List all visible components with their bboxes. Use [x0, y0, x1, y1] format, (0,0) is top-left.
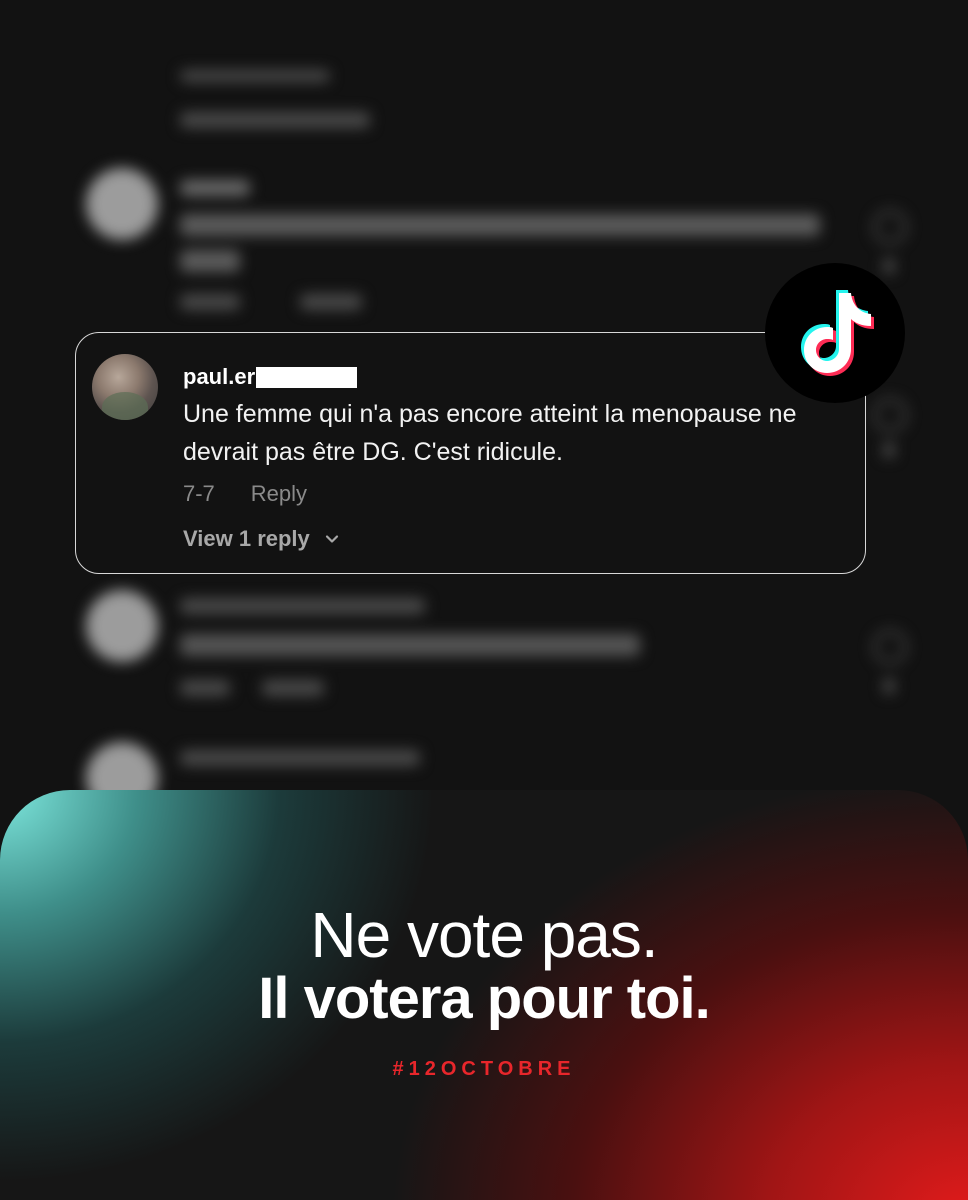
blurred-like-icon	[873, 630, 907, 664]
highlighted-comment-card: paul.er Une femme qui n'a pas encore att…	[75, 332, 866, 574]
commenter-avatar[interactable]	[92, 354, 158, 420]
view-replies-button[interactable]: View 1 reply	[183, 526, 340, 552]
reply-button[interactable]: Reply	[251, 481, 307, 507]
blurred-text-line	[180, 750, 420, 766]
blurred-like-icon	[873, 398, 907, 432]
blurred-text-line	[262, 680, 324, 696]
blurred-text-line	[180, 598, 425, 614]
banner-hashtag[interactable]: #12OCTOBRE	[0, 1058, 968, 1081]
blurred-text-line	[180, 214, 820, 236]
view-replies-label: View 1 reply	[183, 526, 310, 551]
comment-date: 7-7	[183, 481, 215, 506]
tiktok-logo-icon	[765, 263, 905, 403]
banner-headline-line2: Il votera pour toi.	[258, 966, 711, 1031]
blurred-text-line	[180, 70, 330, 82]
comment-text: Une femme qui n'a pas encore atteint la …	[183, 400, 797, 466]
blurred-text-line	[180, 680, 230, 696]
tiktok-note-icon	[801, 290, 874, 376]
blurred-text-line	[180, 250, 240, 272]
commenter-username[interactable]: paul.er	[183, 364, 255, 390]
blurred-avatar	[86, 590, 158, 662]
username-redaction-bar	[256, 366, 358, 388]
banner-headline-line1: Ne vote pas.	[310, 899, 658, 971]
screenshot-stage: paul.er Une femme qui n'a pas encore att…	[0, 0, 968, 1200]
blurred-text-line	[180, 180, 250, 196]
blurred-avatar	[86, 168, 158, 240]
blurred-text-line	[180, 634, 640, 656]
blurred-text-line	[883, 442, 895, 458]
blurred-text-line	[180, 294, 240, 310]
chevron-down-icon	[325, 535, 338, 543]
username-row: paul.er	[183, 363, 358, 391]
blurred-text-line	[300, 294, 362, 310]
blurred-text-line	[180, 112, 370, 128]
blurred-like-icon	[873, 210, 907, 244]
blurred-text-line	[883, 678, 895, 694]
campaign-banner: Ne vote pas. Il votera pour toi. #12OCTO…	[0, 790, 968, 1200]
comment-meta-row: 7-7 Reply	[183, 481, 307, 507]
